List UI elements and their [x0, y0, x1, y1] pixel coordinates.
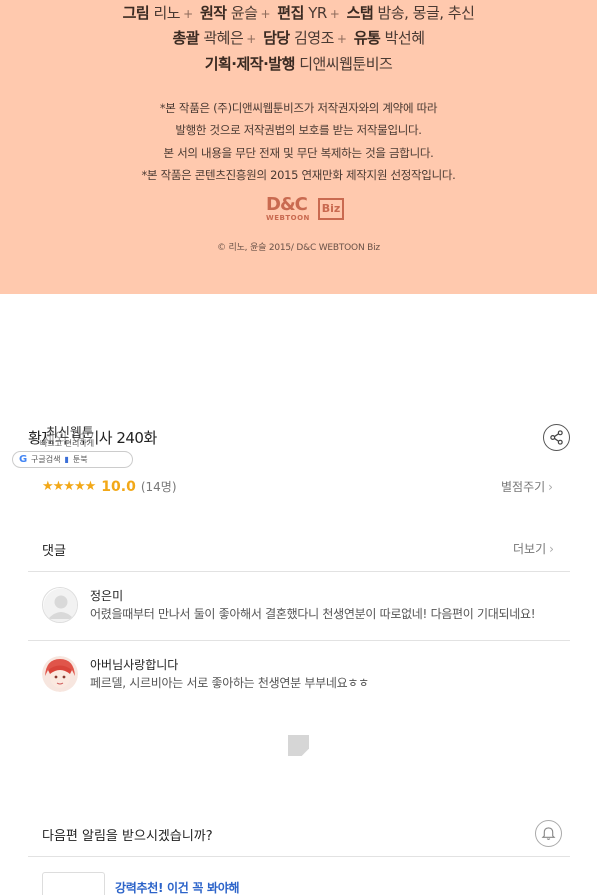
chevron-right-icon: ›: [548, 480, 553, 494]
avatar: [42, 587, 78, 623]
floating-search-widget[interactable]: 최신웹툰 빠르고 편리하게 G 구글검색 ▮ 툰북: [12, 420, 142, 470]
copyright-note: *본 작품은 콘텐츠진흥원의 2015 연재만화 제작지원 선정작입니다.: [141, 168, 456, 182]
rate-button[interactable]: 별점주기 ›: [501, 478, 553, 495]
rate-button-label: 별점주기: [501, 480, 546, 494]
credit-name: 곽혜은: [203, 29, 244, 47]
credit-role: 편집: [277, 4, 304, 22]
credit-role: 스탭: [346, 4, 374, 22]
character-avatar-icon: [42, 656, 78, 692]
credits-line-1: 그림 리노 + 원작 윤슬 + 편집 YR + 스탭 밤송, 몽글, 추신: [0, 2, 597, 23]
credit-name: 김영조: [293, 29, 334, 47]
comment-item: 정은미 어렸을때부터 만나서 둘이 좋아해서 결혼했다니 천생연분이 따로없네!…: [42, 587, 562, 627]
logo-main: D&C: [266, 194, 308, 215]
default-avatar-icon: [43, 588, 77, 622]
rating-summary: ★★★★★ 10.0 (14명): [42, 478, 177, 495]
credit-name: 리노: [153, 4, 181, 22]
rating-score: 10.0: [101, 478, 136, 495]
comment-author: 정은미: [90, 589, 124, 603]
credit-role: 기획·제작·발행: [204, 55, 296, 73]
credit-name: 윤슬: [230, 4, 258, 22]
divider: [28, 640, 570, 641]
recommend-label[interactable]: 강력추천! 이건 꼭 봐야해: [115, 879, 240, 895]
widget-subtitle: 빠르고 편리하게: [40, 439, 95, 448]
copyright-text: © 리노, 윤슬 2015/ D&C WEBTOON Biz: [217, 243, 380, 253]
google-search-label[interactable]: 구글검색: [31, 454, 60, 465]
credit-role: 총괄: [172, 29, 200, 47]
widget-search-bar[interactable]: G 구글검색 ▮ 툰북: [12, 451, 133, 468]
comments-header: 댓글: [42, 544, 66, 559]
comment-body: 어렸을때부터 만나서 둘이 좋아해서 결혼했다니 천생연분이 따로없네! 다음편…: [90, 607, 536, 621]
divider: [28, 571, 570, 572]
credit-separator: +: [329, 7, 340, 21]
share-button[interactable]: [543, 424, 570, 451]
credit-role: 원작: [199, 4, 227, 22]
credits-line-3: 기획·제작·발행 디앤씨웹툰비즈: [0, 53, 597, 74]
chevron-right-icon: ›: [549, 542, 554, 556]
credits-banner: 그림 리노 + 원작 윤슬 + 편집 YR + 스탭 밤송, 몽글, 추신 총괄 곽혜…: [0, 0, 597, 294]
next-episode-notify-text: 다음편 알림을 받으시겠습니까?: [42, 829, 213, 844]
credit-role: 담당: [263, 29, 290, 47]
avatar: [42, 656, 78, 692]
copyright-note: 본 서의 내용을 무단 전재 및 무단 복제하는 것을 금합니다.: [163, 146, 434, 160]
logo-badge: Biz: [318, 198, 344, 220]
logo-sub: WEBTOON: [266, 214, 310, 222]
star-rating-icons: ★★★★★: [42, 479, 96, 494]
credit-separator: +: [260, 7, 271, 21]
more-comments-button[interactable]: 더보기 ›: [513, 540, 554, 557]
credit-name: YR: [308, 4, 327, 22]
toonbook-label[interactable]: 툰북: [73, 454, 88, 465]
rating-count: (14명): [140, 480, 177, 494]
ad-placeholder-icon: [288, 735, 309, 756]
credits-line-2: 총괄 곽혜은 + 담당 김영조 + 유통 박선혜: [0, 27, 597, 48]
publisher-logo: D&C WEBTOON Biz: [266, 194, 344, 224]
credit-separator: +: [183, 7, 193, 21]
credit-name: 디앤씨웹툰비즈: [299, 55, 393, 73]
copyright-note: 발행한 것으로 저작권법의 보호를 받는 저작물입니다.: [175, 123, 422, 137]
recommend-thumbnail[interactable]: [42, 872, 105, 895]
bell-icon: [541, 827, 556, 840]
notify-button[interactable]: [535, 820, 562, 847]
credit-separator: +: [246, 32, 256, 46]
credit-role: 유통: [353, 29, 381, 47]
comment-item: 아버님사랑합니다 페르델, 시르비아는 서로 좋아하는 천생연분 부부네요ㅎㅎ: [42, 656, 562, 696]
share-icon: [550, 430, 563, 445]
google-icon: G: [19, 454, 28, 465]
credit-separator: +: [336, 32, 347, 46]
divider: [28, 856, 570, 857]
copyright-note: *본 작품은 (주)디앤씨웹툰비즈가 저작권자와의 계약에 따라: [159, 101, 438, 115]
credit-name: 밤송, 몽글, 추신: [377, 4, 475, 22]
comment-body: 페르델, 시르비아는 서로 좋아하는 천생연분 부부네요ㅎㅎ: [90, 676, 369, 690]
credit-name: 박선혜: [384, 29, 425, 47]
comment-author: 아버님사랑합니다: [90, 658, 179, 672]
more-button-label: 더보기: [513, 542, 547, 556]
credit-role: 그림: [122, 4, 150, 22]
book-icon: ▮: [64, 455, 69, 464]
